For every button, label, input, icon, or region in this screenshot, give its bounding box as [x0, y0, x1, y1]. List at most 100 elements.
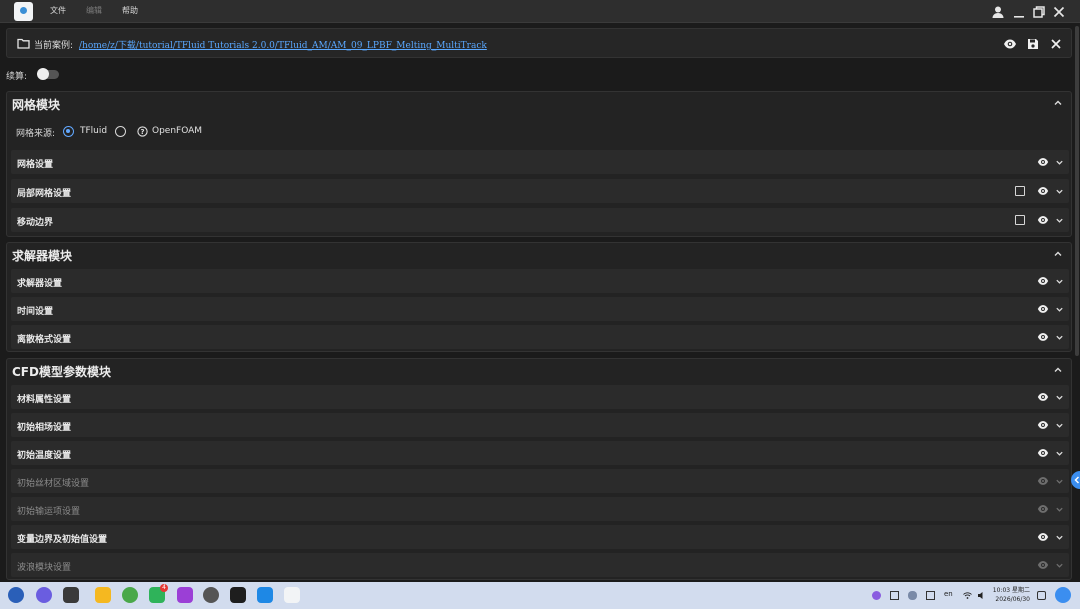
- chevron-down-icon[interactable]: [1055, 333, 1064, 342]
- solver-settings-row[interactable]: 求解器设置: [11, 269, 1069, 293]
- chevron-down-icon[interactable]: [1055, 421, 1064, 430]
- tray-assistant-icon[interactable]: [872, 591, 881, 600]
- chevron-down-icon[interactable]: [1055, 505, 1064, 514]
- solver-module: 求解器模块 求解器设置 时间设置 离散格式设置: [6, 242, 1072, 352]
- eye-icon[interactable]: [1037, 391, 1049, 403]
- cfd-model-module: CFD模型参数模块 材料属性设置 初始相场设置 初始温度设置 初始丝材区域设置 …: [6, 358, 1072, 580]
- discretization-settings-row[interactable]: 离散格式设置: [11, 325, 1069, 349]
- cfd-module-header[interactable]: CFD模型参数模块: [7, 359, 1071, 381]
- chevron-down-icon[interactable]: [1055, 277, 1064, 286]
- chevron-down-icon[interactable]: [1055, 477, 1064, 486]
- mesh-module-header[interactable]: 网格模块: [7, 92, 1071, 114]
- volume-icon[interactable]: [977, 591, 986, 600]
- time-settings-row[interactable]: 时间设置: [11, 297, 1069, 321]
- settings-app-icon[interactable]: [203, 587, 219, 603]
- material-properties-row[interactable]: 材料属性设置: [11, 385, 1069, 409]
- radio-openfoam[interactable]: [115, 126, 126, 137]
- row-label: 移动边界: [17, 218, 54, 228]
- launcher-icon[interactable]: [8, 587, 24, 603]
- initial-wire-region-row[interactable]: 初始丝材区域设置: [11, 469, 1069, 493]
- side-panel-toggle[interactable]: [1071, 471, 1080, 489]
- initial-phase-field-row[interactable]: 初始相场设置: [11, 413, 1069, 437]
- chevron-up-icon[interactable]: [1053, 98, 1063, 108]
- chevron-down-icon[interactable]: [1055, 187, 1064, 196]
- variable-boundary-row[interactable]: 变量边界及初始值设置: [11, 525, 1069, 549]
- row-label: 初始输运项设置: [17, 507, 81, 517]
- chevron-down-icon[interactable]: [1055, 158, 1064, 167]
- terminal-app-icon[interactable]: [230, 587, 246, 603]
- close-window-icon[interactable]: [1051, 4, 1067, 20]
- eye-icon[interactable]: [1037, 447, 1049, 459]
- cfd-module-title: CFD模型参数模块: [12, 365, 111, 379]
- chevron-up-icon[interactable]: [1053, 365, 1063, 375]
- assistant-icon[interactable]: [36, 587, 52, 603]
- menu-help[interactable]: 帮助: [122, 5, 138, 16]
- solver-module-title: 求解器模块: [12, 249, 73, 263]
- row-label: 局部网格设置: [17, 189, 72, 199]
- notes-app-icon[interactable]: [95, 587, 111, 603]
- mesh-settings-row[interactable]: 网格设置: [11, 150, 1069, 174]
- case-path-link[interactable]: /home/z/下载/tutorial/TFluid Tutorials 2.0…: [79, 38, 487, 51]
- menu-edit[interactable]: 编辑: [86, 5, 102, 16]
- eye-icon[interactable]: [1037, 559, 1049, 571]
- edit-icon[interactable]: [926, 591, 935, 600]
- initial-transport-row[interactable]: 初始输运项设置: [11, 497, 1069, 521]
- eye-icon[interactable]: [1003, 37, 1017, 51]
- folder-icon[interactable]: [17, 38, 30, 49]
- control-center-icon[interactable]: [1055, 587, 1071, 603]
- chevron-down-icon[interactable]: [1055, 449, 1064, 458]
- moving-boundary-row[interactable]: 移动边界: [11, 208, 1069, 232]
- eye-icon[interactable]: [1037, 156, 1049, 168]
- chevron-down-icon[interactable]: [1055, 561, 1064, 570]
- chevron-down-icon[interactable]: [1055, 393, 1064, 402]
- eye-icon[interactable]: [1037, 303, 1049, 315]
- eye-icon[interactable]: [1037, 214, 1049, 226]
- radio-tfluid[interactable]: [63, 126, 74, 137]
- close-icon[interactable]: [1049, 37, 1063, 51]
- chevron-left-icon[interactable]: [1071, 471, 1080, 489]
- help-icon[interactable]: ?: [137, 126, 148, 137]
- row-label: 初始温度设置: [17, 451, 72, 461]
- eye-icon[interactable]: [1037, 331, 1049, 343]
- chevron-down-icon[interactable]: [1055, 216, 1064, 225]
- continue-toggle[interactable]: [37, 68, 59, 80]
- eye-icon[interactable]: [1037, 185, 1049, 197]
- initial-temperature-row[interactable]: 初始温度设置: [11, 441, 1069, 465]
- enable-checkbox[interactable]: [1015, 186, 1025, 196]
- cloud-icon[interactable]: [908, 591, 917, 600]
- eye-icon[interactable]: [1037, 419, 1049, 431]
- eye-icon[interactable]: [1037, 275, 1049, 287]
- user-icon[interactable]: [990, 4, 1006, 20]
- menu-file[interactable]: 文件: [50, 5, 66, 16]
- local-mesh-settings-row[interactable]: 局部网格设置: [11, 179, 1069, 203]
- radio-tfluid-label: TFluid: [80, 126, 108, 136]
- scrollbar[interactable]: [1075, 26, 1079, 356]
- files-app-icon[interactable]: [257, 587, 273, 603]
- chevron-down-icon[interactable]: [1055, 533, 1064, 542]
- row-label: 变量边界及初始值设置: [17, 535, 108, 545]
- eye-icon[interactable]: [1037, 475, 1049, 487]
- minimize-icon[interactable]: [1011, 4, 1027, 20]
- wave-module-row[interactable]: 波浪模块设置: [11, 553, 1069, 577]
- solver-module-header[interactable]: 求解器模块: [7, 243, 1071, 265]
- browser-app-icon[interactable]: [122, 587, 138, 603]
- current-case-bar: 当前案例: /home/z/下载/tutorial/TFluid Tutoria…: [6, 28, 1072, 58]
- save-icon[interactable]: [1026, 37, 1040, 51]
- restore-icon[interactable]: [1031, 4, 1047, 20]
- multitask-icon[interactable]: [63, 587, 79, 603]
- chevron-down-icon[interactable]: [1055, 305, 1064, 314]
- continue-label: 续算:: [6, 72, 28, 82]
- notification-icon[interactable]: [1037, 591, 1046, 600]
- eye-icon[interactable]: [1037, 531, 1049, 543]
- clock-date: 2026/06/30: [995, 596, 1030, 603]
- wifi-icon[interactable]: [963, 591, 972, 600]
- chevron-up-icon[interactable]: [1053, 249, 1063, 259]
- tfluid-app-icon[interactable]: [284, 587, 300, 603]
- clock[interactable]: 10:03 星期二 2026/06/30: [990, 586, 1030, 604]
- enable-checkbox[interactable]: [1015, 215, 1025, 225]
- eye-icon[interactable]: [1037, 503, 1049, 515]
- row-label: 网格设置: [17, 160, 54, 170]
- clipboard-icon[interactable]: [890, 591, 899, 600]
- camera-app-icon[interactable]: [177, 587, 193, 603]
- input-method-label[interactable]: en: [944, 590, 953, 598]
